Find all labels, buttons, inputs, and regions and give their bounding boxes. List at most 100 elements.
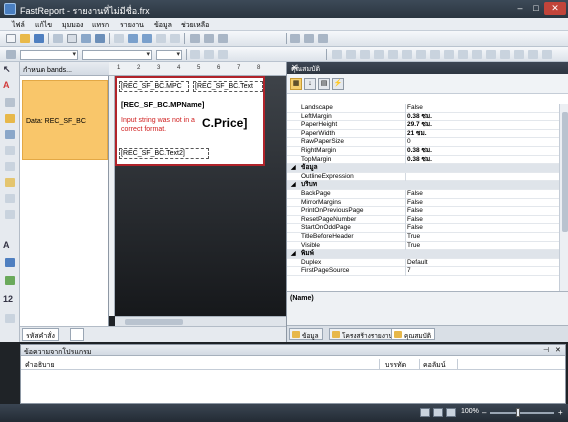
border-right-icon[interactable] <box>374 50 384 59</box>
property-row[interactable]: RawPaperSize 0 <box>287 138 559 147</box>
text-tool-icon[interactable]: A <box>3 240 10 250</box>
collapse-icon[interactable]: ◢ <box>291 250 296 258</box>
border-top-icon[interactable] <box>332 50 342 59</box>
picture-object-icon[interactable] <box>5 98 15 107</box>
column-description[interactable]: คำอธิบาย <box>25 360 55 371</box>
border-all-icon[interactable] <box>388 50 398 59</box>
column-line[interactable]: บรรทัด <box>385 360 406 371</box>
property-value[interactable]: False <box>407 224 423 232</box>
property-value[interactable]: 21 ซม. <box>407 130 427 138</box>
maximize-button[interactable]: □ <box>528 2 544 15</box>
property-value[interactable]: 0 <box>407 138 411 146</box>
menu-help[interactable]: ช่วยเหลือ <box>181 20 209 31</box>
delete-page-icon[interactable] <box>218 34 228 43</box>
align-right-icon[interactable] <box>318 34 328 43</box>
property-value[interactable]: 0.38 ซม. <box>407 113 432 121</box>
border-left-icon[interactable] <box>360 50 370 59</box>
menu-insert[interactable]: แทรก <box>92 20 109 31</box>
bold-icon[interactable] <box>190 50 200 59</box>
text-object-price[interactable]: C.Price] <box>202 116 247 130</box>
property-row[interactable]: Visible True <box>287 241 559 251</box>
property-row[interactable]: BackPage False <box>287 190 559 199</box>
property-row[interactable]: Duplex Default <box>287 258 559 268</box>
configure-bands-label[interactable]: กำหนด bands... <box>23 65 72 76</box>
property-row[interactable]: PaperHeight 29.7 ซม. <box>287 121 559 130</box>
save-icon[interactable] <box>34 34 44 43</box>
menu-data[interactable]: ข้อมูล <box>154 20 172 31</box>
underline-icon[interactable] <box>218 50 228 59</box>
property-value[interactable]: False <box>407 207 423 215</box>
horizontal-scrollbar[interactable] <box>115 316 286 326</box>
properties-scrollbar[interactable] <box>559 104 568 310</box>
zoom-out-button[interactable]: – <box>482 408 486 417</box>
shadow-icon[interactable] <box>472 50 482 59</box>
barcode-object-icon[interactable]: 12 <box>3 294 13 304</box>
align-left-icon[interactable] <box>290 34 300 43</box>
tab-code[interactable]: รหัสคำสั่ง <box>22 328 59 341</box>
text-object-icon[interactable]: A <box>3 80 10 90</box>
categorized-icon[interactable]: ▦ <box>290 78 302 90</box>
report-page[interactable]: [REC_SF_BC.MPC [REC_SF_BC.Text [REC_SF_B… <box>115 76 265 166</box>
zoom-slider[interactable] <box>490 412 554 414</box>
property-value[interactable]: True <box>407 242 420 250</box>
property-row[interactable]: MirrorMargins False <box>287 198 559 208</box>
property-value[interactable]: 7 <box>407 267 411 275</box>
events-icon[interactable]: ⚡ <box>332 78 344 90</box>
text-object-text[interactable]: [REC_SF_BC.Text <box>193 81 263 92</box>
tab-data[interactable]: ข้อมูล <box>289 328 323 340</box>
rotate-icon[interactable] <box>528 50 538 59</box>
zoom-slider-handle[interactable] <box>516 408 520 417</box>
highlight-icon[interactable] <box>500 50 510 59</box>
band-object-icon[interactable] <box>5 114 15 123</box>
property-row[interactable]: TopMargin 0.38 ซม. <box>287 155 559 165</box>
format-icon[interactable] <box>514 50 524 59</box>
property-value[interactable]: False <box>407 199 423 207</box>
tab-properties[interactable]: คุณสมบัติ <box>391 328 435 340</box>
property-row[interactable]: Landscape False <box>287 104 559 113</box>
checkbox-object-icon[interactable] <box>5 258 15 267</box>
menu-edit[interactable]: แก้ไข <box>35 20 52 31</box>
view-normal-icon[interactable] <box>420 408 430 417</box>
property-category[interactable]: ◢ ข้อมูล <box>287 164 559 173</box>
font-name-combo[interactable] <box>82 50 152 60</box>
collapse-icon[interactable]: ◢ <box>291 181 296 189</box>
undo-icon[interactable] <box>128 34 138 43</box>
property-row[interactable]: StartOnOddPage False <box>287 224 559 233</box>
open-icon[interactable] <box>20 34 30 43</box>
tab-report-tree[interactable]: โครงสร้างรายงาน <box>329 328 398 340</box>
property-value[interactable]: 29.7 ซม. <box>407 121 432 129</box>
pin-icon[interactable]: ⊣ <box>543 346 549 354</box>
close-panel-icon[interactable]: ✕ <box>291 63 565 72</box>
fill-color-icon[interactable] <box>416 50 426 59</box>
italic-icon[interactable] <box>204 50 214 59</box>
matrix-object-icon[interactable] <box>5 210 15 219</box>
minimize-button[interactable]: – <box>512 2 528 15</box>
property-value[interactable]: False <box>407 216 423 224</box>
style-icon[interactable] <box>6 50 16 59</box>
wordwrap-icon[interactable] <box>542 50 552 59</box>
group-icon[interactable] <box>156 34 166 43</box>
subreport-icon[interactable] <box>5 130 15 139</box>
design-canvas[interactable]: [REC_SF_BC.MPC [REC_SF_BC.Text [REC_SF_B… <box>115 76 286 316</box>
property-row[interactable]: LeftMargin 0.38 ซม. <box>287 112 559 122</box>
ungroup-icon[interactable] <box>170 34 180 43</box>
property-value[interactable]: 0.38 ซม. <box>407 156 432 164</box>
select-pointer-icon[interactable]: ↖ <box>3 64 11 75</box>
collapse-icon[interactable]: ◢ <box>291 164 296 172</box>
menu-file[interactable]: ไฟล์ <box>12 20 25 31</box>
zoom-in-button[interactable]: + <box>558 408 563 417</box>
line-color-icon[interactable] <box>430 50 440 59</box>
print-icon[interactable] <box>95 34 105 43</box>
property-row[interactable]: TitleBeforeHeader True <box>287 233 559 242</box>
cut-icon[interactable] <box>114 34 124 43</box>
close-button[interactable]: ✕ <box>544 2 566 15</box>
view-page-icon[interactable] <box>433 408 443 417</box>
property-value[interactable]: False <box>407 104 423 112</box>
line-width-icon[interactable] <box>444 50 454 59</box>
property-row[interactable]: FirstPageSource 7 <box>287 267 559 276</box>
view-width-icon[interactable] <box>446 408 456 417</box>
property-value[interactable]: True <box>407 233 420 241</box>
bands-panel-header[interactable]: กำหนด bands... <box>20 62 109 76</box>
scrollbar-thumb[interactable] <box>562 112 568 232</box>
menu-report[interactable]: รายงาน <box>120 20 144 31</box>
